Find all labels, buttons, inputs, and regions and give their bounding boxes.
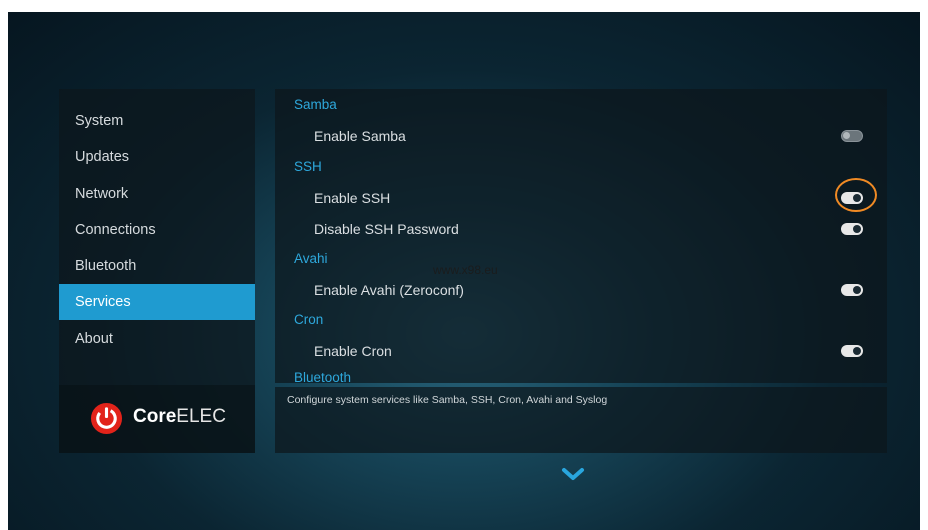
section-header-avahi: Avahi (294, 251, 328, 266)
section-header-cron: Cron (294, 312, 324, 327)
sidebar-item-system[interactable]: System (59, 103, 255, 139)
section-header-ssh: SSH (294, 159, 322, 174)
description-text: Configure system services like Samba, SS… (287, 394, 608, 406)
sidebar-item-updates[interactable]: Updates (59, 139, 255, 175)
toggle-switch-on[interactable] (841, 284, 863, 296)
setting-enable-avahi[interactable]: Enable Avahi (Zeroconf) (275, 275, 887, 305)
description-panel: Configure system services like Samba, SS… (275, 387, 887, 453)
setting-enable-ssh[interactable]: Enable SSH (275, 183, 887, 213)
settings-list: Samba Enable Samba SSH Enable SSH Disabl… (275, 89, 887, 383)
sidebar-item-connections[interactable]: Connections (59, 212, 255, 248)
setting-enable-cron[interactable]: Enable Cron (275, 336, 887, 366)
setting-label: Enable Avahi (Zeroconf) (314, 282, 464, 298)
sidebar-item-bluetooth[interactable]: Bluetooth (59, 248, 255, 284)
sidebar-item-about[interactable]: About (59, 321, 255, 357)
chevron-down-icon[interactable] (561, 467, 585, 481)
sidebar-item-services[interactable]: Services (59, 284, 255, 320)
section-header-bluetooth: Bluetooth (294, 370, 352, 383)
setting-enable-samba[interactable]: Enable Samba (275, 121, 887, 151)
sidebar: System Updates Network Connections Bluet… (59, 89, 255, 453)
toggle-switch-off[interactable] (841, 130, 863, 142)
setting-label: Enable SSH (314, 190, 391, 206)
toggle-switch-on[interactable] (841, 345, 863, 357)
section-header-samba: Samba (294, 97, 337, 112)
toggle-switch-on[interactable] (841, 192, 863, 204)
kodi-screen: System Updates Network Connections Bluet… (8, 12, 920, 530)
setting-label: Enable Samba (314, 128, 406, 144)
logo-text: CoreELEC (133, 406, 226, 427)
toggle-switch-on[interactable] (841, 223, 863, 235)
setting-disable-ssh-password[interactable]: Disable SSH Password (275, 214, 887, 244)
setting-label: Enable Cron (314, 343, 392, 359)
power-icon (90, 402, 123, 435)
sidebar-item-network[interactable]: Network (59, 176, 255, 212)
coreelec-logo: CoreELEC (59, 385, 255, 453)
setting-label: Disable SSH Password (314, 221, 459, 237)
